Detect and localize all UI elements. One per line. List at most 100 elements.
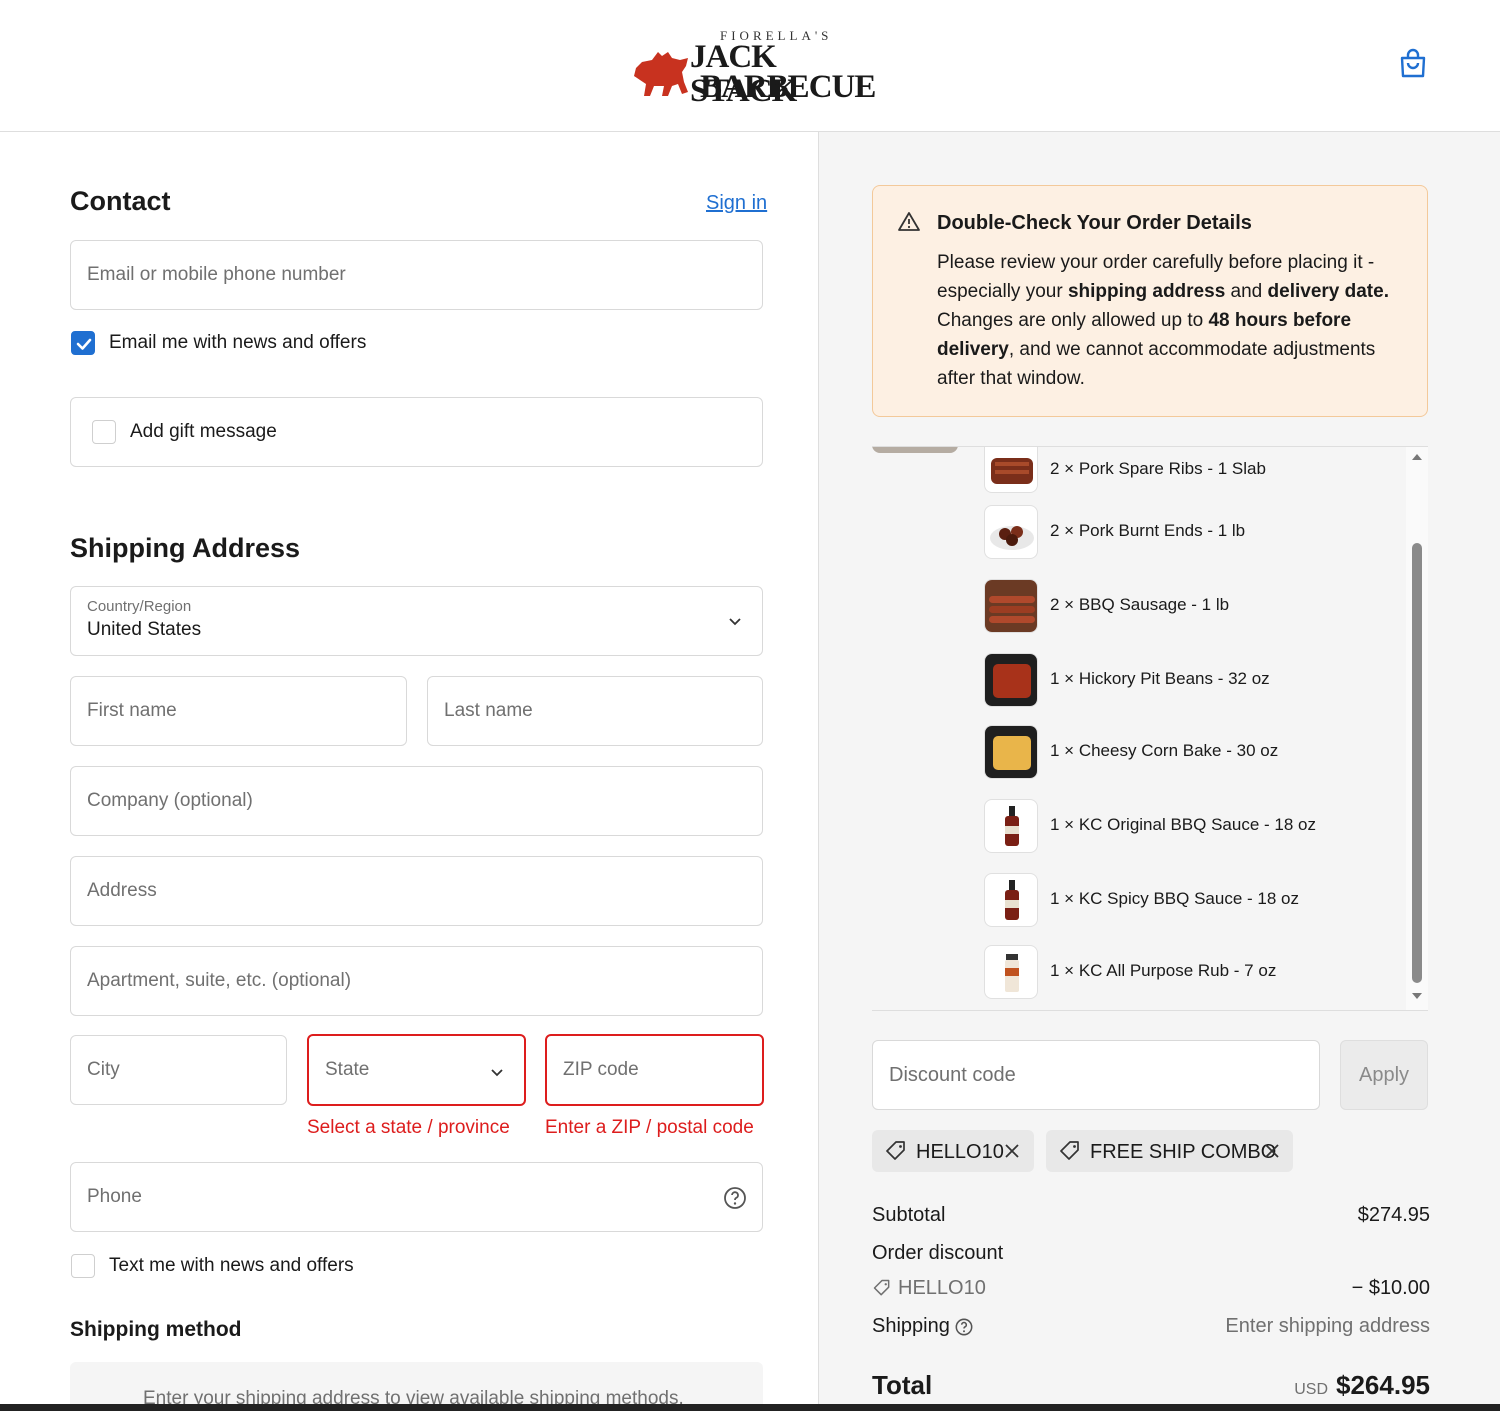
first-name-field[interactable]: First name <box>70 676 407 746</box>
warning-icon <box>898 212 920 231</box>
cart-item: 2 × BBQ Sausage - 1 lb <box>984 579 1404 635</box>
state-error: Select a state / province <box>307 1117 510 1138</box>
cart-item: 1 × Cheesy Corn Bake - 30 oz <box>984 725 1404 781</box>
shipping-label: Shipping <box>872 1315 950 1337</box>
order-notice: Double-Check Your Order Details Please r… <box>872 185 1428 417</box>
discount-tag-free-ship-combo: FREE SHIP COMBO <box>1046 1130 1293 1172</box>
currency: USD <box>1294 1381 1329 1398</box>
discount-code-field[interactable]: Discount code <box>872 1040 1320 1110</box>
scrollbar-thumb[interactable] <box>1412 543 1422 983</box>
state-select[interactable]: State <box>307 1034 526 1106</box>
jack-stack-logo[interactable]: FIORELLA'S JACK STACK BARBECUE <box>632 26 876 108</box>
discount-tag-hello10: HELLO10 <box>872 1130 1034 1172</box>
cart-items-list[interactable]: 2 × Pork Spare Ribs - 1 Slab 2 × Pork Bu… <box>872 446 1428 1011</box>
gift-message-option[interactable]: Add gift message <box>70 397 763 467</box>
corn-bake-thumbnail <box>984 725 1038 779</box>
country-select[interactable]: Country/Region United States <box>70 586 763 656</box>
phone-field[interactable]: Phone <box>70 1162 763 1232</box>
contact-title: Contact <box>70 186 171 216</box>
remove-tag-icon[interactable] <box>1004 1143 1020 1159</box>
gift-label: Add gift message <box>130 421 277 442</box>
state-placeholder: State <box>325 1059 370 1080</box>
address-field[interactable]: Address <box>70 856 763 926</box>
tag-icon <box>886 1141 905 1160</box>
phone-placeholder: Phone <box>87 1186 142 1207</box>
apartment-field[interactable]: Apartment, suite, etc. (optional) <box>70 946 763 1016</box>
cart-item: 2 × Pork Spare Ribs - 1 Slab <box>984 447 1404 495</box>
cart-item-text: 2 × Pork Spare Ribs - 1 Slab <box>1050 459 1266 478</box>
scroll-up-icon[interactable] <box>1411 453 1423 461</box>
total-value: $264.95 <box>1336 1370 1430 1400</box>
help-icon[interactable] <box>722 1185 748 1211</box>
shipping-method-title: Shipping method <box>70 1318 242 1341</box>
email-field[interactable]: Email or mobile phone number <box>70 240 763 310</box>
discount-value: − $10.00 <box>1351 1277 1430 1299</box>
tag-label: HELLO10 <box>916 1141 1004 1163</box>
discount-placeholder: Discount code <box>889 1064 1016 1086</box>
shipping-value: Enter shipping address <box>1225 1315 1430 1337</box>
first-name-placeholder: First name <box>87 700 177 721</box>
country-label: Country/Region <box>87 598 192 615</box>
cart-item-text: 1 × Hickory Pit Beans - 32 oz <box>1050 669 1270 688</box>
beans-thumbnail <box>984 653 1038 707</box>
window-bottom-edge <box>0 1404 1500 1411</box>
order-discount-label: Order discount <box>872 1242 1004 1264</box>
text-offers-checkbox[interactable] <box>71 1254 95 1278</box>
remove-tag-icon[interactable] <box>1264 1143 1280 1159</box>
partial-thumbnail <box>872 447 958 453</box>
burnt-ends-thumbnail <box>984 505 1038 559</box>
bull-logo-icon <box>634 52 688 96</box>
logo-line2: BARBECUE <box>700 69 876 105</box>
shopping-bag-icon[interactable] <box>1396 46 1430 80</box>
cart-item-text: 1 × KC Original BBQ Sauce - 18 oz <box>1050 815 1316 834</box>
help-icon[interactable] <box>954 1317 974 1337</box>
apartment-placeholder: Apartment, suite, etc. (optional) <box>87 970 352 991</box>
order-summary: Double-Check Your Order Details Please r… <box>818 132 1500 1411</box>
total-label: Total <box>872 1370 933 1400</box>
cart-item-text: 1 × Cheesy Corn Bake - 30 oz <box>1050 741 1279 760</box>
tag-icon <box>873 1279 890 1296</box>
cart-item-text: 2 × Pork Burnt Ends - 1 lb <box>1050 521 1246 540</box>
notice-title: Double-Check Your Order Details <box>937 212 1252 234</box>
subtotal-value: $274.95 <box>1357 1204 1430 1226</box>
last-name-placeholder: Last name <box>444 700 533 721</box>
cart-item: 1 × KC All Purpose Rub - 7 oz <box>984 945 1404 1001</box>
ribs-thumbnail <box>984 447 1038 493</box>
cart-scrollbar[interactable] <box>1406 447 1428 1010</box>
tag-icon <box>1060 1141 1079 1160</box>
cart-item-text: 1 × KC Spicy BBQ Sauce - 18 oz <box>1050 889 1299 908</box>
sign-in-link[interactable]: Sign in <box>706 192 767 215</box>
check-icon <box>76 338 92 350</box>
gift-checkbox[interactable] <box>92 420 116 444</box>
sauce-bottle-thumbnail <box>984 799 1038 853</box>
zip-field[interactable]: ZIP code <box>545 1034 764 1106</box>
cart-item: 1 × Hickory Pit Beans - 32 oz <box>984 653 1404 709</box>
company-field[interactable]: Company (optional) <box>70 766 763 836</box>
last-name-field[interactable]: Last name <box>427 676 763 746</box>
news-label: Email me with news and offers <box>109 332 367 353</box>
text-offers-label: Text me with news and offers <box>109 1255 354 1276</box>
cart-item: 1 × KC Original BBQ Sauce - 18 oz <box>984 799 1404 855</box>
sauce-bottle-thumbnail <box>984 873 1038 927</box>
notice-body: Please review your order carefully befor… <box>937 252 1389 389</box>
country-value: United States <box>87 619 202 640</box>
zip-placeholder: ZIP code <box>563 1059 639 1080</box>
subtotal-label: Subtotal <box>872 1204 946 1226</box>
rub-jar-thumbnail <box>984 945 1038 999</box>
city-placeholder: City <box>87 1059 120 1080</box>
scroll-down-icon[interactable] <box>1411 992 1423 1000</box>
apply-button[interactable]: Apply <box>1340 1040 1428 1110</box>
company-placeholder: Company (optional) <box>87 790 253 811</box>
cart-item-text: 1 × KC All Purpose Rub - 7 oz <box>1050 961 1277 980</box>
total-value-group: USD $264.95 <box>1239 1370 1430 1401</box>
tag-label: FREE SHIP COMBO <box>1090 1141 1277 1163</box>
shipping-title: Shipping Address <box>70 533 301 563</box>
discount-code-applied: HELLO10 <box>898 1277 986 1299</box>
city-field[interactable]: City <box>70 1035 287 1105</box>
email-placeholder: Email or mobile phone number <box>87 264 346 285</box>
cart-item-text: 2 × BBQ Sausage - 1 lb <box>1050 595 1230 614</box>
news-checkbox[interactable] <box>71 331 95 355</box>
chevron-down-icon <box>729 618 741 626</box>
address-placeholder: Address <box>87 880 157 901</box>
cart-item: 1 × KC Spicy BBQ Sauce - 18 oz <box>984 873 1404 929</box>
